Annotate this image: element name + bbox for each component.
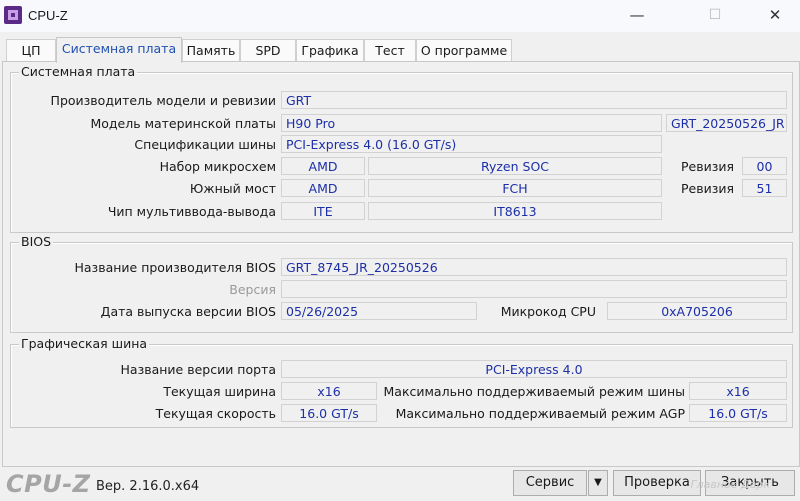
tab-cpu[interactable]: ЦП <box>6 39 56 62</box>
tab-panel: Системная плата Производитель модели и р… <box>2 61 800 467</box>
bios-date-value: 05/26/2025 <box>281 302 477 320</box>
manufacturer-value: GRT <box>281 91 787 109</box>
link-speed-label: Текущая скорость <box>155 406 276 421</box>
bios-version-label: Версия <box>229 282 276 297</box>
tab-graphics[interactable]: Графика <box>296 39 364 62</box>
tab-mainboard[interactable]: Системная плата <box>56 37 182 63</box>
graphic-version-label: Название версии порта <box>120 362 276 377</box>
southbridge-label: Южный мост <box>189 181 276 196</box>
tab-about[interactable]: О программе <box>416 39 512 62</box>
bios-group: BIOS Название производителя BIOS GRT_874… <box>10 234 793 333</box>
southbridge-revision-label: Ревизия <box>680 181 734 196</box>
bus-label: Спецификации шины <box>134 137 276 152</box>
tab-memory[interactable]: Память <box>182 39 240 62</box>
lpcio-vendor-value: ITE <box>281 202 365 220</box>
southbridge-vendor-value: AMD <box>281 179 365 197</box>
validate-button[interactable]: Проверка <box>613 470 701 496</box>
chipset-model-value: Ryzen SOC <box>368 157 662 175</box>
minimize-button[interactable]: — <box>614 0 660 32</box>
model-revision-value: GRT_20250526_JR <box>666 114 787 132</box>
microcode-value: 0xA705206 <box>607 302 787 320</box>
chipset-label: Набор микросхем <box>159 159 276 174</box>
maximize-button[interactable]: ☐ <box>692 0 738 32</box>
cpuz-app-icon <box>4 6 22 24</box>
graphic-version-value: PCI-Express 4.0 <box>281 360 787 378</box>
chipset-revision-label: Ревизия <box>680 159 734 174</box>
window-title: CPU-Z <box>28 8 68 23</box>
motherboard-group: Системная плата Производитель модели и р… <box>10 64 793 233</box>
chipset-revision-value: 00 <box>742 157 787 175</box>
version-text: Вер. 2.16.0.x64 <box>96 479 200 494</box>
microcode-label: Микрокод CPU <box>500 304 596 319</box>
southbridge-revision-value: 51 <box>742 179 787 197</box>
tab-bench[interactable]: Тест <box>364 39 416 62</box>
bus-value: PCI-Express 4.0 (16.0 GT/s) <box>281 135 662 153</box>
link-width-value: x16 <box>281 382 377 400</box>
link-speed-value: 16.0 GT/s <box>281 404 377 422</box>
lpcio-label: Чип мультиввода-вывода <box>107 204 276 219</box>
link-width-label: Текущая ширина <box>163 384 276 399</box>
max-speed-value: 16.0 GT/s <box>689 404 787 422</box>
lpcio-model-value: IT8613 <box>368 202 662 220</box>
tab-spd[interactable]: SPD <box>240 39 296 62</box>
max-width-value: x16 <box>689 382 787 400</box>
southbridge-model-value: FCH <box>368 179 662 197</box>
graphic-interface-group-title: Графическая шина <box>19 336 150 351</box>
tab-bar: ЦП Системная плата Память SPD Графика Те… <box>0 37 800 63</box>
graphic-interface-group: Графическая шина Название версии порта P… <box>10 336 793 428</box>
tools-dropdown-button[interactable]: ▼ <box>588 470 608 496</box>
bios-date-label: Дата выпуска версии BIOS <box>100 304 276 319</box>
close-window-button[interactable]: ✕ <box>752 0 798 32</box>
manufacturer-label: Производитель модели и ревизии <box>50 93 276 108</box>
motherboard-group-title: Системная плата <box>19 64 138 79</box>
bios-version-value <box>281 280 787 298</box>
cpuz-logo: CPU-Z <box>6 470 91 498</box>
title-bar: CPU-Z — ☐ ✕ <box>0 0 800 32</box>
bios-brand-value: GRT_8745_JR_20250526 <box>281 258 787 276</box>
watermark-text: Главное Дарк <box>690 478 770 491</box>
tools-button[interactable]: Сервис <box>513 470 587 496</box>
bios-group-title: BIOS <box>19 234 54 249</box>
bios-brand-label: Название производителя BIOS <box>74 260 277 275</box>
max-speed-label: Максимально поддерживаемый режим AGP <box>395 406 685 421</box>
chipset-vendor-value: AMD <box>281 157 365 175</box>
max-width-label: Максимально поддерживаемый режим шины <box>383 384 685 399</box>
model-value: H90 Pro <box>281 114 662 132</box>
model-label: Модель материнской платы <box>90 116 276 131</box>
